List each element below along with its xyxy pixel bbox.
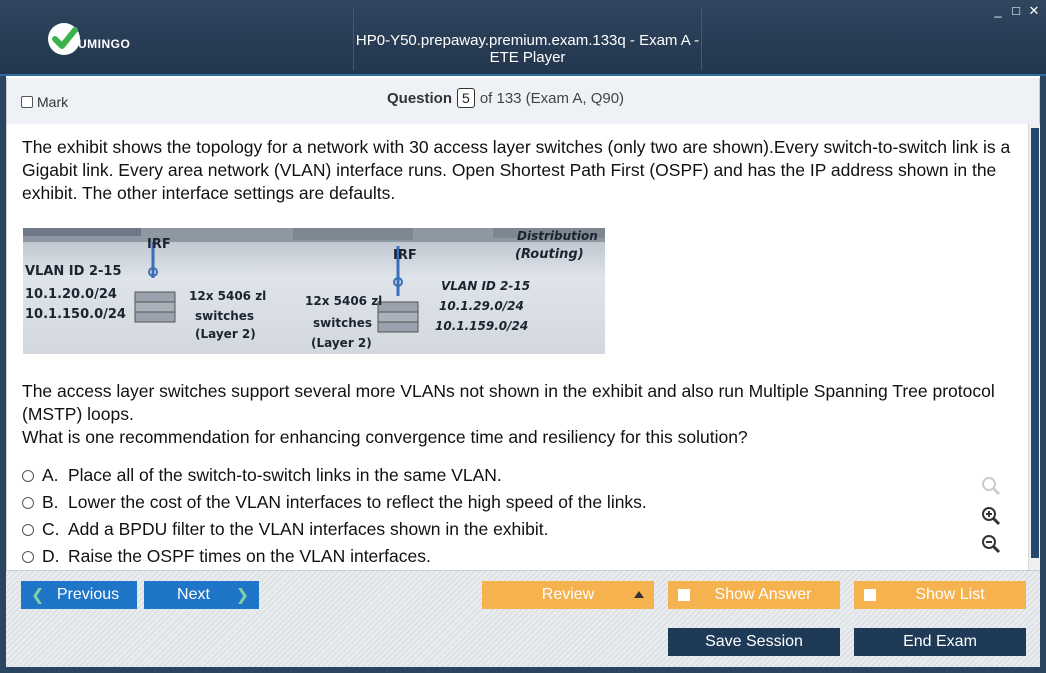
end-exam-label: End Exam (903, 633, 977, 650)
show-answer-checkbox[interactable] (678, 589, 690, 601)
question-followup-1: The access layer switches support severa… (22, 381, 995, 424)
question-of-text: of 133 (Exam A, Q90) (479, 89, 625, 107)
left-vlan-label: VLAN ID 2-15 (25, 264, 122, 279)
minimize-button[interactable]: _ (992, 4, 1004, 18)
window-frame-right (1040, 76, 1046, 673)
logo-text: UMINGO (78, 37, 131, 51)
answer-letter: C. (42, 519, 60, 539)
maximize-button[interactable]: □ (1010, 4, 1022, 18)
answer-radio[interactable] (22, 550, 34, 563)
left-switch-label-1: 12x 5406 zl (189, 289, 266, 303)
left-network-2: 10.1.150.0/24 (25, 307, 126, 322)
right-network-1: 10.1.29.0/24 (439, 299, 524, 313)
exhibit-image: IRF IRF Distribution (Routing) VLAN ID 2… (23, 228, 605, 354)
next-button[interactable]: Next ❯ (144, 581, 259, 609)
save-session-label: Save Session (705, 633, 803, 650)
right-vlan-label: VLAN ID 2-15 (441, 279, 530, 293)
answer-letter: B. (42, 492, 59, 512)
answer-text: Lower the cost of the VLAN interfaces to… (68, 492, 647, 512)
question-number-input[interactable]: 5 (457, 88, 475, 108)
mark-label: Mark (37, 94, 69, 110)
mark-checkbox-box[interactable] (21, 96, 33, 108)
show-answer-button[interactable]: Show Answer (668, 581, 840, 609)
question-followup-2: What is one recommendation for enhancing… (22, 427, 748, 447)
mark-checkbox[interactable]: Mark (21, 94, 68, 110)
zoom-in-icon[interactable] (979, 504, 1003, 528)
next-label: Next (177, 586, 210, 603)
close-button[interactable]: ✕ (1028, 4, 1040, 18)
answer-radio[interactable] (22, 496, 34, 509)
show-answer-label: Show Answer (714, 586, 812, 603)
answer-text: Place all of the switch-to-switch links … (68, 465, 502, 485)
triangle-up-icon (634, 591, 644, 598)
left-network-1: 10.1.20.0/24 (25, 287, 117, 302)
question-counter: Question 5 of 133 (Exam A, Q90) (387, 88, 624, 108)
distribution-label: Distribution (517, 229, 598, 243)
left-switch-label-2: switches (195, 309, 254, 323)
show-list-checkbox[interactable] (864, 589, 876, 601)
zoom-out-icon[interactable] (979, 532, 1003, 556)
right-network-2: 10.1.159.0/24 (435, 319, 528, 333)
chevron-left-icon: ❮ (31, 587, 45, 604)
answer-option-a[interactable]: A. Place all of the switch-to-switch lin… (22, 462, 647, 489)
title-bar: UMINGO HP0-Y50.prepaway.premium.exam.133… (0, 0, 1046, 76)
app-logo: UMINGO (48, 22, 130, 56)
left-switch-stack-icon (134, 291, 176, 323)
show-list-button[interactable]: Show List (854, 581, 1026, 609)
routing-label: (Routing) (515, 247, 584, 262)
answer-letter: A. (42, 465, 59, 485)
answer-list: A. Place all of the switch-to-switch lin… (22, 462, 647, 570)
review-label: Review (541, 586, 595, 603)
left-switch-label-3: (Layer 2) (195, 327, 256, 341)
answer-radio[interactable] (22, 523, 34, 536)
answer-radio[interactable] (22, 469, 34, 482)
answer-option-c[interactable]: C. Add a BPDU filter to the VLAN interfa… (22, 516, 647, 543)
content-scrollbar[interactable] (1028, 124, 1040, 570)
previous-button[interactable]: ❮ Previous (21, 581, 137, 609)
question-content: The exhibit shows the topology for a net… (6, 124, 1028, 570)
question-intro: The exhibit shows the topology for a net… (22, 137, 1011, 203)
mid-switch-label-2: switches (313, 316, 372, 330)
title-separator (701, 8, 702, 70)
question-followup: The access layer switches support severa… (22, 380, 1022, 449)
question-label: Question (387, 89, 453, 107)
window-frame-bottom (0, 667, 1046, 673)
end-exam-button[interactable]: End Exam (854, 628, 1026, 656)
show-list-label: Show List (915, 586, 985, 603)
answer-text: Add a BPDU filter to the VLAN interfaces… (68, 519, 549, 539)
answer-option-b[interactable]: B. Lower the cost of the VLAN interfaces… (22, 489, 647, 516)
review-button[interactable]: Review (482, 581, 654, 609)
scrollbar-thumb[interactable] (1031, 128, 1039, 558)
checkmark-logo-icon (48, 23, 80, 55)
mid-switch-label-3: (Layer 2) (311, 336, 372, 350)
bottom-toolbar: ❮ Previous Next ❯ Review Show Answer Sho… (6, 570, 1040, 667)
answer-letter: D. (42, 546, 60, 566)
save-session-button[interactable]: Save Session (668, 628, 840, 656)
answer-option-d[interactable]: D. Raise the OSPF times on the VLAN inte… (22, 543, 647, 570)
chevron-right-icon: ❯ (235, 587, 249, 604)
irf-right-label: IRF (393, 248, 417, 263)
answer-text: Raise the OSPF times on the VLAN interfa… (68, 546, 431, 566)
question-header: Mark Question 5 of 133 (Exam A, Q90) (6, 78, 1040, 124)
irf-left-label: IRF (147, 237, 171, 252)
mid-switch-label-1: 12x 5406 zl (305, 294, 382, 308)
zoom-reset-icon[interactable] (979, 474, 1003, 498)
previous-label: Previous (56, 586, 120, 603)
window-title: HP0-Y50.prepaway.premium.exam.133q - Exa… (355, 32, 700, 66)
right-switch-stack-icon (377, 301, 419, 333)
